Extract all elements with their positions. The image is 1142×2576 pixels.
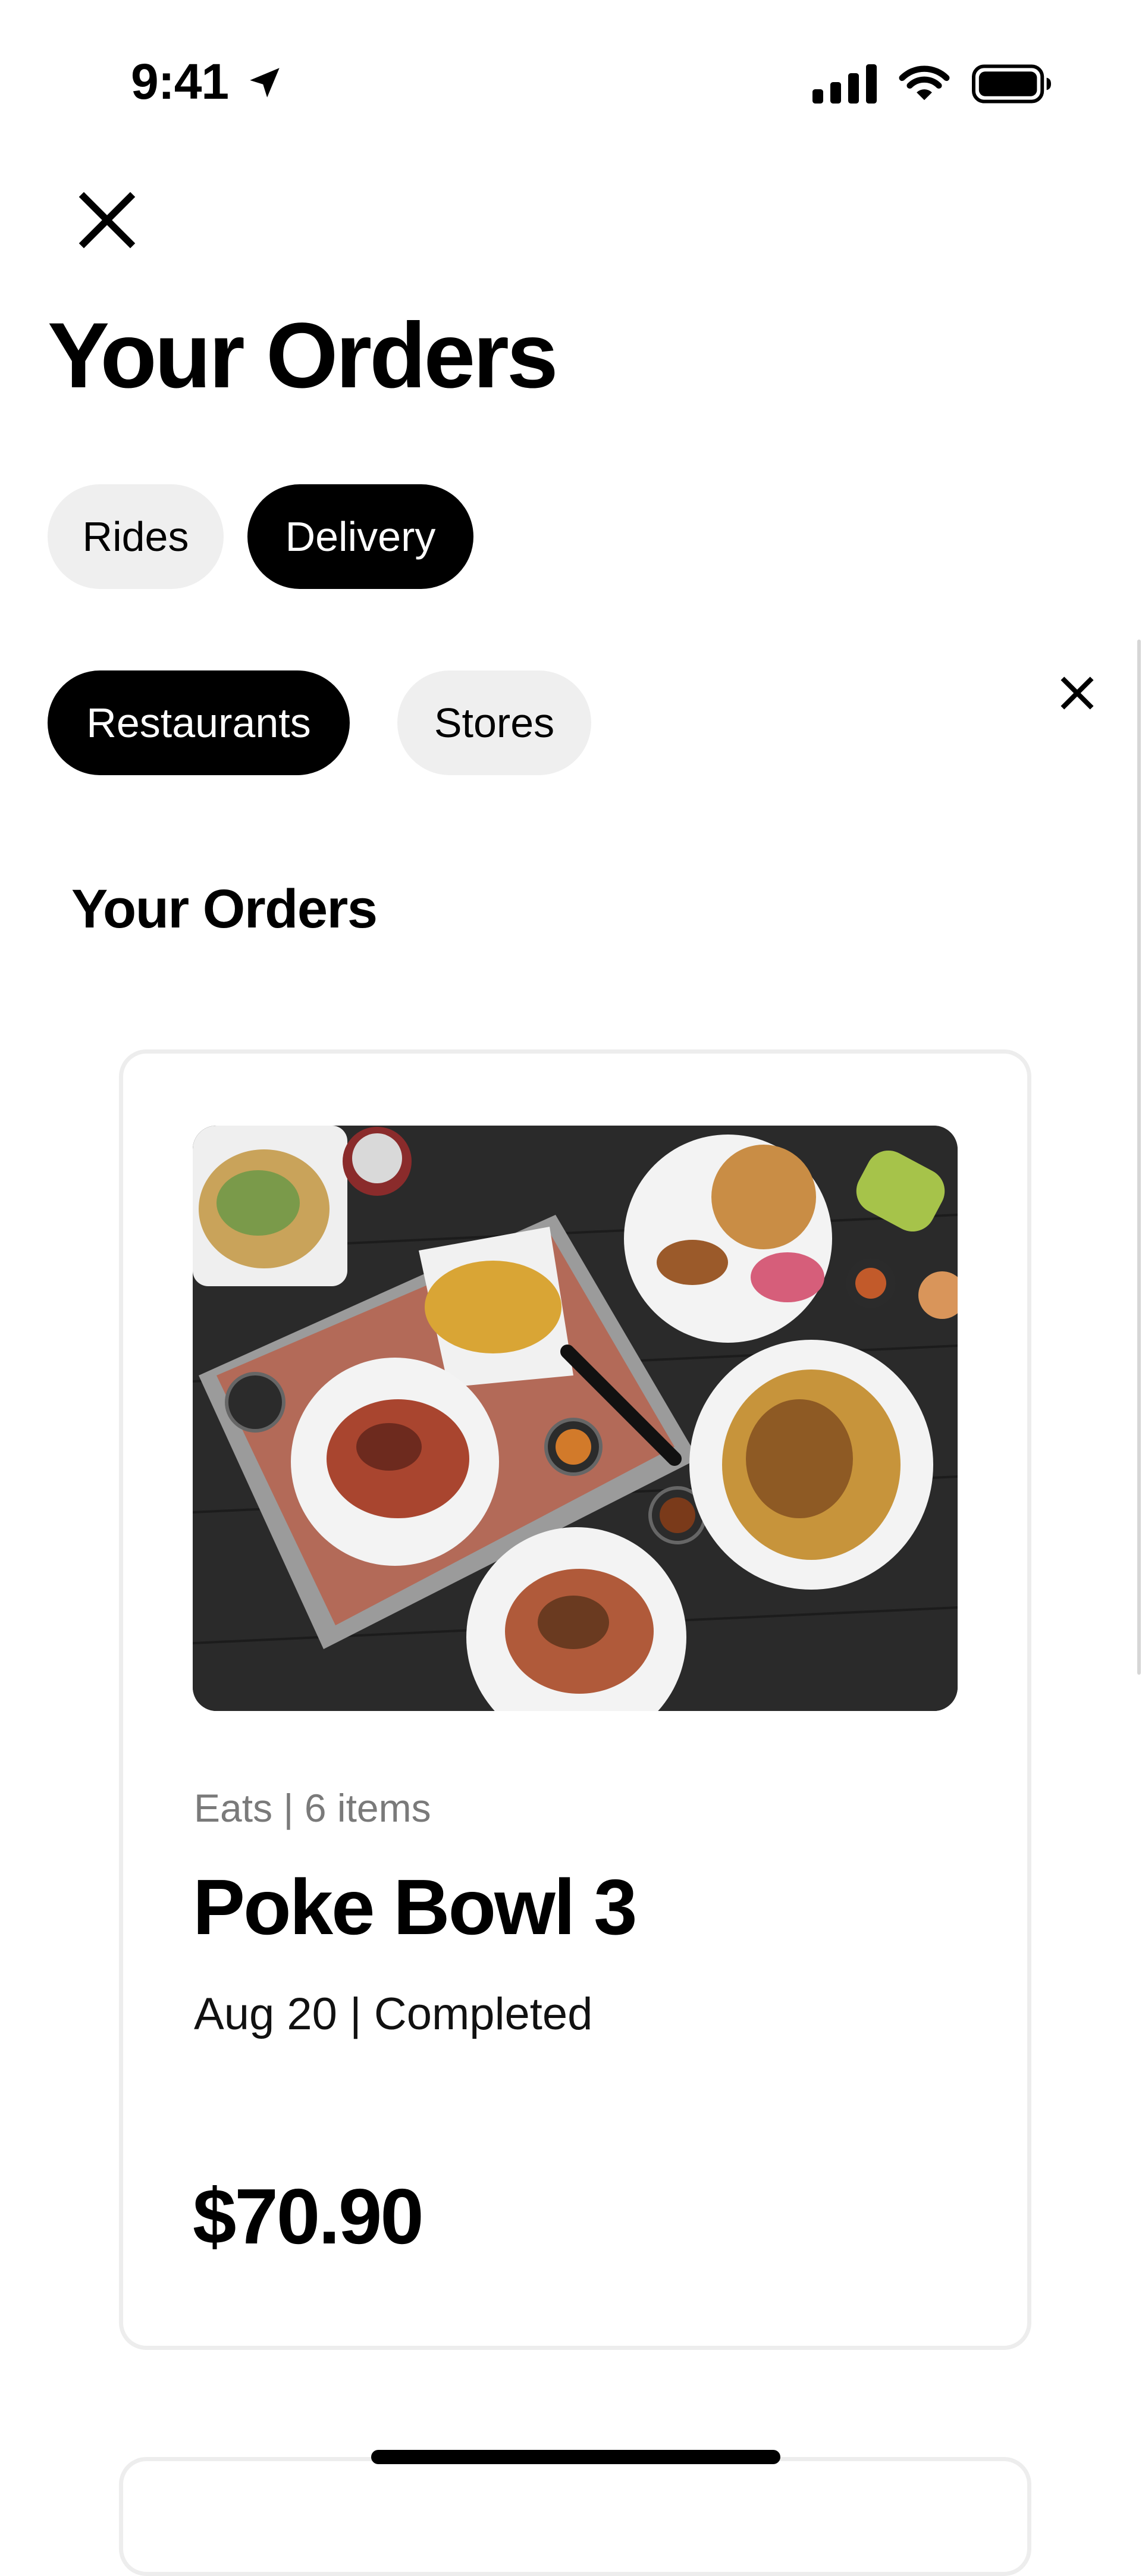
- clear-filter-icon[interactable]: [1060, 676, 1094, 710]
- tab-rides[interactable]: Rides: [48, 484, 224, 589]
- status-time: 9:41: [131, 57, 284, 106]
- cellular-signal-icon: [812, 64, 877, 104]
- filter-stores[interactable]: Stores: [397, 670, 591, 775]
- status-icons: [812, 64, 1053, 104]
- wifi-icon: [899, 65, 950, 101]
- home-indicator[interactable]: [371, 2450, 780, 2464]
- scrollbar[interactable]: [1137, 640, 1141, 1675]
- section-title: Your Orders: [71, 879, 378, 939]
- order-food-image: [193, 1126, 958, 1711]
- filter-restaurants[interactable]: Restaurants: [48, 670, 350, 775]
- location-arrow-icon: [250, 68, 280, 98]
- close-icon[interactable]: [76, 189, 138, 251]
- order-date-status: Aug 20 | Completed: [194, 1989, 593, 2039]
- order-meta: Eats | 6 items: [194, 1786, 431, 1830]
- order-card-next[interactable]: [119, 2457, 1031, 2576]
- food-photo: [193, 1126, 958, 1711]
- order-price: $70.90: [193, 2173, 424, 2260]
- order-restaurant-name: Poke Bowl 3: [193, 1863, 638, 1951]
- tab-delivery[interactable]: Delivery: [247, 484, 473, 589]
- page-title: Your Orders: [48, 304, 559, 408]
- battery-icon: [972, 64, 1052, 104]
